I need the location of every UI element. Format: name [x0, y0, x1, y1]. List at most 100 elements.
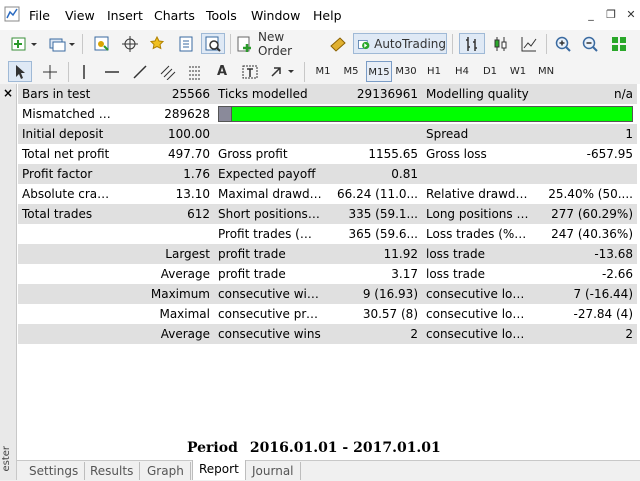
cursor-icon[interactable] [8, 61, 32, 82]
report-cell: Ticks modelled [214, 84, 326, 104]
favorites-icon[interactable] [146, 33, 170, 54]
menu-file[interactable]: File [29, 8, 50, 23]
report-cell: Bars in test [18, 84, 118, 104]
report-cell: 29136961 [326, 84, 422, 104]
report-cell: Average [118, 264, 214, 284]
report-cell: 612 [118, 204, 214, 224]
zoom-out-icon[interactable] [578, 33, 602, 54]
tab-report[interactable]: Report [192, 460, 246, 480]
report-cell: Spread [422, 124, 534, 144]
menu-help[interactable]: Help [313, 8, 342, 23]
report-cell: profit trade [214, 244, 326, 264]
report-cell: consecutive losses [422, 324, 534, 344]
zoom-in-icon[interactable] [551, 33, 575, 54]
modelling-quality-bar-mismatch [219, 107, 232, 121]
navigator-icon[interactable] [118, 33, 142, 54]
panel-close-icon[interactable]: × [3, 86, 13, 100]
modelling-quality-bar [218, 106, 633, 122]
report-cell: 277 (60.29%) [534, 204, 637, 224]
report-cell: profit trade [214, 264, 326, 284]
report-row: Maximalconsecutive profit (...30.57 (8)c… [18, 304, 637, 324]
tab-settings[interactable]: Settings [23, 462, 86, 480]
report-cell: 289628 [118, 104, 214, 124]
report-cell: 247 (40.36%) [534, 224, 637, 244]
text-icon[interactable]: A [212, 61, 232, 82]
trendline-icon[interactable] [128, 61, 152, 82]
tester-panel-title: ester [1, 446, 12, 472]
timeframe-d1[interactable]: D1 [477, 61, 503, 82]
period-label: Period [187, 440, 238, 456]
report-cell: Modelling quality [422, 84, 534, 104]
text-label-icon[interactable] [238, 61, 262, 82]
timeframe-h1[interactable]: H1 [421, 61, 447, 82]
report-cell: Profit factor [18, 164, 118, 184]
data-window-icon[interactable] [174, 33, 198, 54]
bar-chart-icon[interactable] [459, 33, 485, 54]
menu-view[interactable]: View [65, 8, 95, 23]
report-cell: 3.17 [326, 264, 422, 284]
report-cell: Average [118, 324, 214, 344]
timeframe-m5[interactable]: M5 [338, 61, 364, 82]
arrows-dropdown-icon[interactable] [268, 61, 298, 82]
close-button[interactable]: ✕ [624, 8, 638, 22]
profiles-icon[interactable] [48, 33, 78, 54]
menu-tools[interactable]: Tools [206, 8, 237, 23]
menu-window[interactable]: Window [251, 8, 300, 23]
report-cell: consecutive wins [214, 324, 326, 344]
new-order-icon [237, 36, 251, 52]
report-cell: consecutive profit (... [214, 304, 326, 324]
timeframe-w1[interactable]: W1 [505, 61, 531, 82]
new-order-button[interactable]: New Order [236, 30, 322, 58]
crosshair-icon[interactable] [38, 61, 62, 82]
report-row: Average profit trade 3.17 loss trade -2.66 [18, 264, 637, 284]
timeframe-h4[interactable]: H4 [449, 61, 475, 82]
timeframe-m1[interactable]: M1 [310, 61, 336, 82]
line-chart-icon[interactable] [517, 33, 541, 54]
report-cell: Total net profit [18, 144, 118, 164]
period-value: 2016.01.01 - 2017.01.01 [249, 440, 441, 456]
report-cell [18, 324, 118, 344]
report-row: Profit trades (% of t...365 (59.6...Loss… [18, 224, 637, 244]
report-row: Total net profit 497.70 Gross profit 1155.6… [18, 144, 637, 164]
menu-charts[interactable]: Charts [154, 8, 195, 23]
market-watch-icon[interactable] [90, 33, 114, 54]
vertical-line-icon[interactable] [72, 61, 96, 82]
report-cell: Relative drawdown [422, 184, 534, 204]
candlestick-icon[interactable] [489, 33, 513, 54]
fibonacci-icon[interactable] [184, 61, 208, 82]
report-cell: 9 (16.93) [326, 284, 422, 304]
report-cell: -2.66 [534, 264, 637, 284]
report-cell [326, 124, 422, 144]
tab-journal[interactable]: Journal [246, 462, 301, 480]
report-cell: Mismatched ch... [18, 104, 118, 124]
report-row: Average consecutive wins 2 consecutive loss… [18, 324, 637, 344]
report-cell: Total trades [18, 204, 118, 224]
tile-windows-icon[interactable] [606, 33, 632, 54]
report-cell [18, 284, 118, 304]
report-cell: 30.57 (8) [326, 304, 422, 324]
report-row: Bars in test 25566 Ticks modelled 29136961 M… [18, 84, 637, 104]
timeframe-m30[interactable]: M30 [393, 61, 419, 82]
report-cell: 2 [326, 324, 422, 344]
app-icon[interactable] [4, 6, 20, 22]
menu-insert[interactable]: Insert [107, 8, 143, 23]
new-chart-icon[interactable] [8, 33, 44, 54]
report-cell: n/a [534, 84, 637, 104]
timeframe-m15[interactable]: M15 [366, 61, 392, 82]
strategy-tester-icon[interactable] [201, 33, 225, 54]
restore-button[interactable]: ❐ [604, 8, 618, 22]
horizontal-line-icon[interactable] [100, 61, 124, 82]
report-cell: Absolute crawd... [18, 184, 118, 204]
autotrading-button[interactable]: AutoTrading [353, 33, 447, 54]
tab-graph[interactable]: Graph [141, 462, 191, 480]
tab-results[interactable]: Results [84, 462, 141, 480]
timeframe-mn[interactable]: MN [533, 61, 559, 82]
report-cell: -13.68 [534, 244, 637, 264]
minimize-button[interactable]: _ [584, 8, 598, 22]
report-cell: Expected payoff [214, 164, 326, 184]
expert-advisor-icon[interactable] [326, 33, 350, 54]
equidistant-channel-icon[interactable] [156, 61, 180, 82]
report-cell [534, 164, 637, 184]
report-table: Bars in test 25566 Ticks modelled 29136961 M… [18, 84, 637, 344]
report-cell: Maximal drawdown [214, 184, 326, 204]
